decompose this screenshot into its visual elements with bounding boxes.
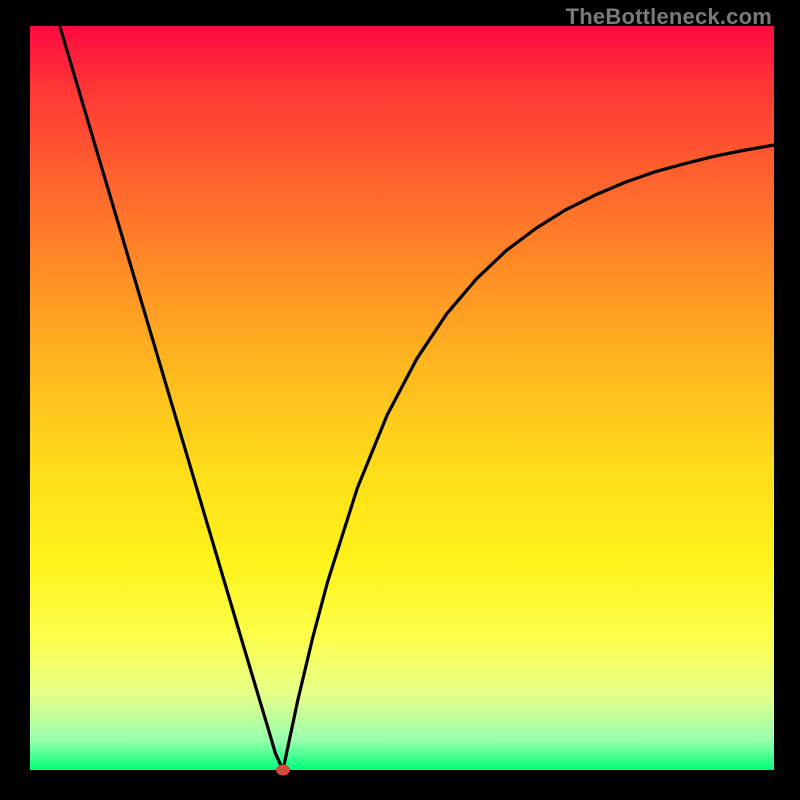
bottleneck-curve [30,26,774,770]
curve-left [60,26,283,770]
minimum-marker [276,765,290,776]
plot-area [30,26,774,770]
curve-right [283,145,774,770]
chart-frame: TheBottleneck.com [0,0,800,800]
